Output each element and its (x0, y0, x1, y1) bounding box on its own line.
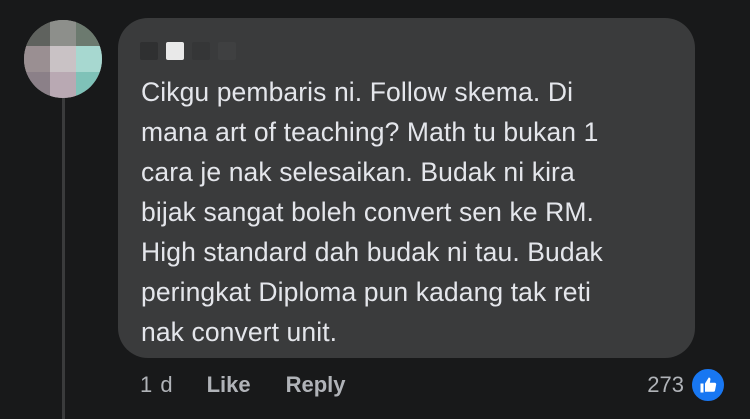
comment-timestamp[interactable]: 1 d (140, 372, 174, 398)
like-button[interactable]: Like (207, 372, 251, 398)
thread-line (62, 96, 65, 419)
author-name-redacted[interactable] (140, 40, 244, 62)
comment-actions: 1 d Like Reply (140, 369, 381, 401)
comment-text: Cikgu pembaris ni. Follow skema. Di mana… (141, 77, 603, 347)
comment-bubble: Cikgu pembaris ni. Follow skema. Di mana… (118, 18, 695, 358)
comment-thread: Cikgu pembaris ni. Follow skema. Di mana… (0, 0, 750, 419)
reaction-summary[interactable]: 273 (647, 367, 726, 403)
thumbs-up-icon (690, 367, 726, 403)
avatar[interactable] (24, 20, 102, 98)
reaction-count: 273 (647, 372, 684, 397)
reply-button[interactable]: Reply (286, 372, 346, 398)
